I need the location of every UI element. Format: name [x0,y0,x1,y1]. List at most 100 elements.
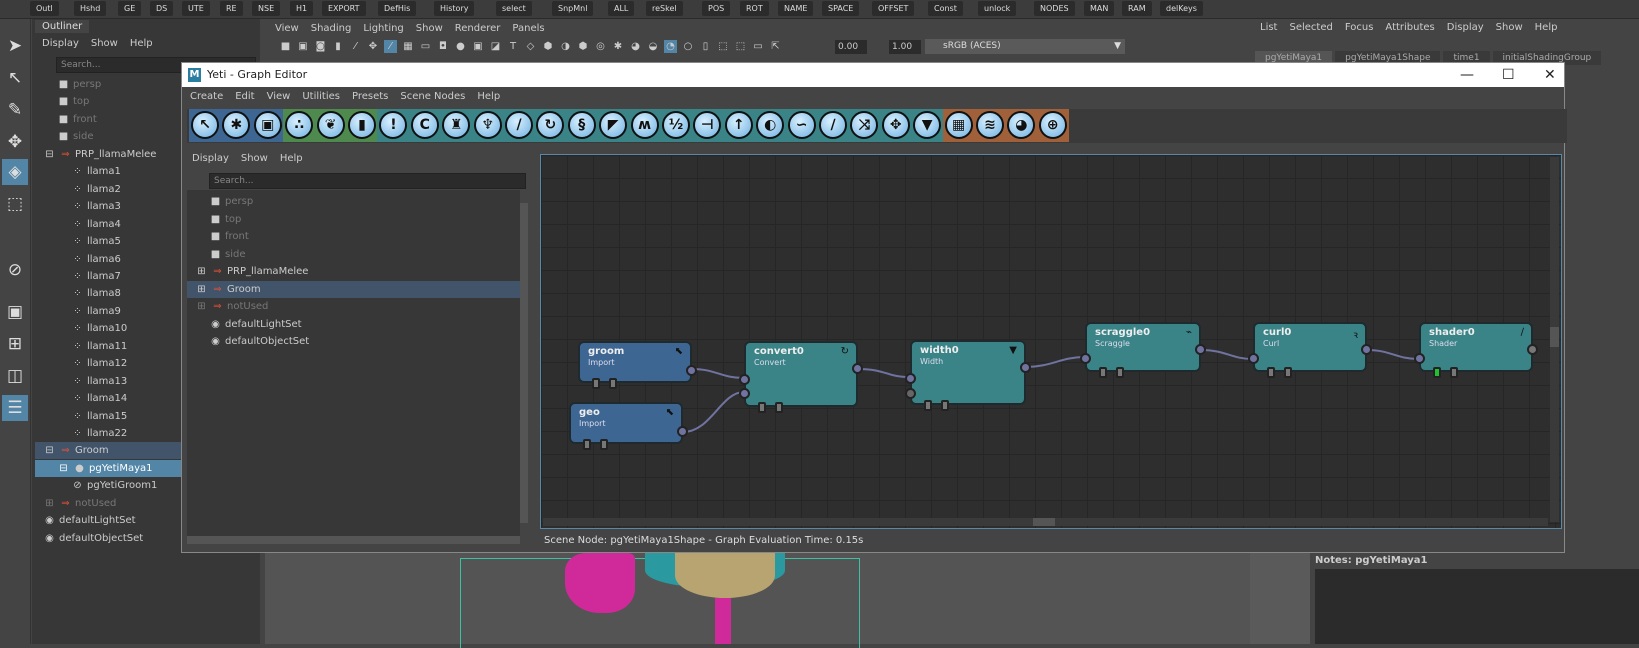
shelf-button[interactable]: NSE [252,1,281,16]
menu-help[interactable]: Help [1535,22,1558,33]
viewport-tool-icon[interactable]: ◙ [314,40,327,53]
viewport-tool-icon[interactable]: ◇ [524,40,537,53]
canvas-hscrollbar[interactable] [543,518,1548,526]
brush-icon[interactable]: ◤ [599,111,628,139]
lasso-tool-icon[interactable]: ↖ [2,65,28,91]
maximize-icon[interactable]: ☐ [1502,63,1515,87]
viewport-tool-icon[interactable]: ▣ [297,40,310,53]
menu-renderer[interactable]: Renderer [455,23,501,34]
scraggle-icon[interactable]: ∽ [787,111,816,139]
shelf-button[interactable]: ALL [608,1,635,16]
viewport-tool-icon[interactable]: ▭ [752,40,765,53]
expand-icon[interactable]: ⊞ [43,495,56,512]
graph-node-width0[interactable]: width0 Width ▼ [905,340,1031,411]
notes-field[interactable] [1315,569,1639,644]
menu-display[interactable]: Display [1447,22,1484,33]
viewport-tool-icon[interactable]: ⁄ [349,40,362,53]
display-toggle[interactable] [758,402,766,413]
tree-item[interactable]: ⊞ ⇒ PRP_llamaMelee [187,263,520,280]
menu-presets[interactable]: Presets [352,91,388,102]
shelf-button[interactable]: GE [118,1,142,16]
viewport-tool-icon[interactable]: ✥ [367,40,380,53]
viewport-tool-icon[interactable]: ● [454,40,467,53]
shelf-button[interactable]: RAM [1122,1,1152,16]
viewport-tool-icon[interactable]: ◒ [647,40,660,53]
input-port[interactable] [739,388,750,399]
comb-icon[interactable]: / [505,111,533,139]
menu-selected[interactable]: Selected [1289,22,1332,33]
viewport-tool-icon[interactable]: ▯ [699,40,712,53]
viewport-tool-icon[interactable]: ⬢ [577,40,590,53]
bypass-toggle[interactable] [941,400,949,411]
input-port[interactable] [1248,353,1259,364]
expand-icon[interactable]: ⊞ [195,281,208,298]
display-toggle[interactable] [1099,367,1107,378]
bypass-toggle[interactable] [600,439,608,450]
viewport-tool-icon[interactable]: ◑ [559,40,572,53]
shelf-button[interactable]: RE [220,1,243,16]
bypass-toggle[interactable] [1284,367,1292,378]
scene-scrollbar[interactable] [520,203,528,523]
viewport-tool-icon[interactable]: ⁄ [384,40,397,53]
tree-item[interactable]: ■ persp [187,193,520,210]
squiggle-icon[interactable]: § [567,111,596,139]
shelf-button[interactable]: select [496,1,532,16]
shelf-button[interactable]: UTE [182,1,210,16]
leaf-icon[interactable]: ❦ [316,111,345,139]
tree-item[interactable]: ◉ defaultObjectSet [187,333,520,350]
menu-view[interactable]: View [267,91,291,102]
shelf-button[interactable]: ROT [740,1,769,16]
viewport-tool-icon[interactable]: T [507,40,520,53]
minimize-icon[interactable]: — [1460,63,1474,87]
viewport-tool-icon[interactable]: ⬚ [717,40,730,53]
arrow-up-icon[interactable]: ↑ [724,111,753,139]
output-port[interactable] [1020,362,1031,373]
menu-attributes[interactable]: Attributes [1385,22,1434,33]
select-tool-icon[interactable]: ➤ [2,33,28,59]
move-icon[interactable]: ✥ [881,111,910,139]
shelf-button[interactable]: OFFSET [872,1,915,16]
bypass-toggle[interactable] [609,378,617,389]
display-toggle[interactable] [583,439,591,450]
grid-icon[interactable]: ▦ [944,111,973,139]
menu-show[interactable]: Show [91,38,118,49]
viewport-tool-icon[interactable]: ✱ [612,40,625,53]
viewport-tool-icon[interactable]: ▣ [472,40,485,53]
viewport-tool-icon[interactable]: ⇱ [769,40,782,53]
graph-node-geo[interactable]: geo Import ⬉ [569,402,688,450]
bucket-icon[interactable]: ▮ [348,111,376,139]
shelf-button[interactable]: MAN [1084,1,1115,16]
bypass-toggle[interactable] [775,402,783,413]
single-layout-icon[interactable]: ▣ [2,299,28,325]
tree-item[interactable]: ⊞ ⇒ Groom [187,280,520,298]
colorspace-select[interactable]: sRGB (ACES) ▼ [925,39,1125,54]
viewport-tool-icon[interactable]: ◔ [664,40,677,53]
output-port[interactable] [1195,344,1206,355]
menu-shading[interactable]: Shading [311,23,352,34]
clump-icon[interactable]: C [410,111,439,139]
shelf-button[interactable]: unlock [978,1,1017,16]
bat-icon[interactable]: ♆ [473,111,502,139]
circle-icon[interactable]: ◐ [756,111,785,139]
viewport-tool-icon[interactable]: ■ [279,40,292,53]
menu-list[interactable]: List [1260,22,1277,33]
menu-display[interactable]: Display [192,153,229,164]
scene-hscrollbar[interactable] [187,536,520,544]
viewport-tool-icon[interactable]: ▭ [419,40,432,53]
menu-show[interactable]: Show [1496,22,1523,33]
menu-view[interactable]: View [275,23,299,34]
two-layout-icon[interactable]: ◫ [2,363,28,389]
display-toggle[interactable] [1267,367,1275,378]
globe-icon[interactable]: ⊕ [1038,111,1067,139]
menu-edit[interactable]: Edit [235,91,254,102]
scale-tool-icon[interactable]: ⬚ [2,191,28,217]
four-layout-icon[interactable]: ⊞ [2,331,28,357]
tree-item[interactable]: ◉ defaultLightSet [187,316,520,333]
display-toggle[interactable] [924,400,932,411]
scene-search-input[interactable]: Search... [209,173,526,189]
viewport-tool-icon[interactable]: ◘ [437,40,450,53]
shelf-button[interactable]: EXPORT [322,1,366,16]
tree-item[interactable]: ■ side [187,246,520,263]
input-port[interactable] [1414,353,1425,364]
shelf-button[interactable]: H1 [290,1,314,16]
